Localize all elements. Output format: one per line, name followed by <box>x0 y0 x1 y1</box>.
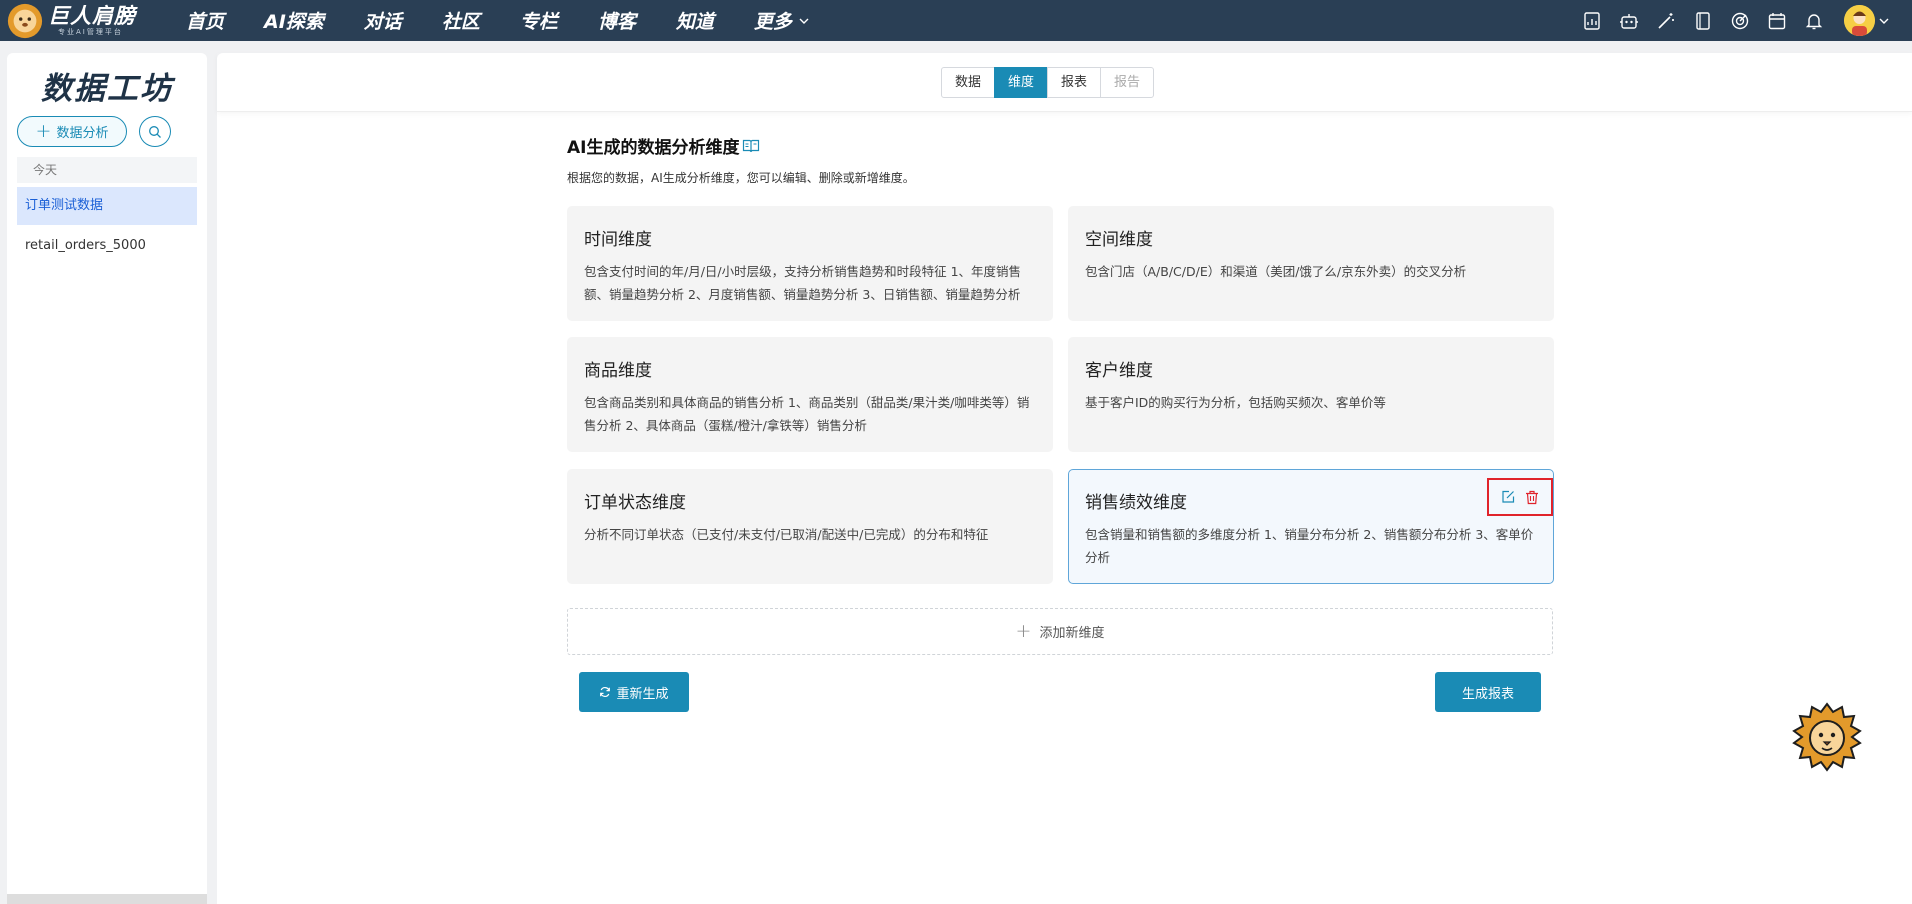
chevron-down-icon <box>799 18 809 24</box>
dimension-card[interactable]: 订单状态维度 分析不同订单状态（已支付/未支付/已取消/配送中/已完成）的分布和… <box>567 469 1053 584</box>
edit-icon[interactable] <box>1499 488 1517 506</box>
dimension-description: 包含门店（A/B/C/D/E）和渠道（美团/饿了么/京东外卖）的交叉分析 <box>1085 264 1467 279</box>
sidebar: 数据工坊 + 数据分析 今天 订单测试数据 retail_orders_5000 <box>7 53 207 904</box>
history-item-retail-orders[interactable]: retail_orders_5000 <box>17 227 197 265</box>
nav-item-zhidao[interactable]: 知道 <box>676 7 714 34</box>
step-tabs: 数据 维度 报表 报告 <box>941 67 1155 98</box>
dimension-description: 包含商品类别和具体商品的销售分析 1、商品类别（甜品类/果汁类/咖啡类等）销售分… <box>584 395 1030 433</box>
history-item-order-test[interactable]: 订单测试数据 <box>17 187 197 225</box>
dimension-actions <box>1487 478 1553 516</box>
dimension-description: 分析不同订单状态（已支付/未支付/已取消/配送中/已完成）的分布和特征 <box>584 527 989 542</box>
plus-icon: + <box>35 120 52 142</box>
notebook-icon[interactable] <box>1691 9 1715 33</box>
calendar-icon[interactable] <box>1765 9 1789 33</box>
lion-assistant-icon[interactable] <box>1792 702 1862 772</box>
brand-tagline: 专业AI管理平台 <box>58 28 123 36</box>
brand-logo[interactable]: 巨人肩膀 专业AI管理平台 <box>6 2 136 40</box>
brand-name: 巨人肩膀 <box>48 4 136 28</box>
new-analysis-button[interactable]: + 数据分析 <box>17 116 127 147</box>
top-navigation-bar: 巨人肩膀 专业AI管理平台 首页 AI探索 对话 社区 专栏 博客 知道 更多 <box>0 0 1912 41</box>
target-icon[interactable] <box>1728 9 1752 33</box>
dimension-description: 包含销量和销售额的多维度分析 1、销量分布分析 2、销售额分布分析 3、客单价分… <box>1085 527 1534 565</box>
tab-report: 报告 <box>1100 67 1155 98</box>
dimension-title: 时间维度 <box>584 230 652 250</box>
report-icon[interactable] <box>1580 9 1604 33</box>
page-title: AI生成的数据分析维度 <box>567 133 760 158</box>
nav-item-column[interactable]: 专栏 <box>520 7 558 34</box>
dimension-card[interactable]: 时间维度 包含支付时间的年/月/日/小时层级，支持分析销售趋势和时段特征 1、年… <box>567 206 1053 321</box>
new-analysis-label: 数据分析 <box>56 126 109 141</box>
generate-report-button[interactable]: 生成报表 <box>1435 672 1541 712</box>
add-dimension-button[interactable]: + 添加新维度 <box>567 608 1553 655</box>
dimension-title: 订单状态维度 <box>584 493 686 513</box>
history-section-today: 今天 <box>17 157 197 183</box>
dimension-card-selected[interactable]: 销售绩效维度 包含销量和销售额的多维度分析 1、销量分布分析 2、销售额分布分析… <box>1068 469 1554 584</box>
step-tab-bar: 数据 维度 报表 报告 <box>217 53 1912 112</box>
main-panel: 数据 维度 报表 报告 AI生成的数据分析维度 根据您的数据，AI生成分析维度，… <box>217 53 1912 904</box>
magic-wand-icon[interactable] <box>1654 9 1678 33</box>
robot-icon[interactable] <box>1617 9 1641 33</box>
dimension-description: 基于客户ID的购买行为分析，包括购买频次、客单价等 <box>1085 395 1386 410</box>
nav-item-more[interactable]: 更多 <box>754 7 810 34</box>
plus-icon: + <box>1015 620 1032 642</box>
dimension-card[interactable]: 商品维度 包含商品类别和具体商品的销售分析 1、商品类别（甜品类/果汁类/咖啡类… <box>567 337 1053 452</box>
search-icon <box>149 125 161 138</box>
nav-item-ai-explore[interactable]: AI探索 <box>264 7 324 34</box>
bell-icon[interactable] <box>1802 9 1826 33</box>
toolbar-icons <box>1567 0 1890 41</box>
dimension-title: 客户维度 <box>1085 361 1153 381</box>
tab-data[interactable]: 数据 <box>941 67 996 98</box>
chevron-down-icon[interactable] <box>1878 15 1890 27</box>
nav-item-community[interactable]: 社区 <box>442 7 480 34</box>
search-button[interactable] <box>139 116 171 147</box>
nav-item-blog[interactable]: 博客 <box>598 7 636 34</box>
nav-more-label: 更多 <box>753 11 792 33</box>
sidebar-title: 数据工坊 <box>41 71 173 107</box>
tab-dimension[interactable]: 维度 <box>994 67 1049 98</box>
lion-logo-icon <box>7 3 43 39</box>
dimension-title: 空间维度 <box>1085 230 1153 250</box>
refresh-icon <box>600 686 611 698</box>
tab-report-table[interactable]: 报表 <box>1047 67 1102 98</box>
nav-item-chat[interactable]: 对话 <box>364 7 402 34</box>
page-description: 根据您的数据，AI生成分析维度，您可以编辑、删除或新增维度。 <box>567 171 915 185</box>
add-dimension-label: 添加新维度 <box>1039 626 1105 641</box>
dimension-title: 商品维度 <box>584 361 652 381</box>
nav-item-home[interactable]: 首页 <box>186 7 224 34</box>
sidebar-scrollbar[interactable] <box>7 894 207 904</box>
dimension-description: 包含支付时间的年/月/日/小时层级，支持分析销售趋势和时段特征 1、年度销售额、… <box>584 264 1022 302</box>
regenerate-button[interactable]: 重新生成 <box>579 672 689 712</box>
main-nav: 首页 AI探索 对话 社区 专栏 博客 知道 更多 <box>186 0 850 41</box>
delete-icon[interactable] <box>1523 488 1541 506</box>
dimension-title: 销售绩效维度 <box>1085 493 1187 513</box>
dimension-card[interactable]: 客户维度 基于客户ID的购买行为分析，包括购买频次、客单价等 <box>1068 337 1554 452</box>
user-avatar[interactable] <box>1844 5 1875 36</box>
book-icon[interactable] <box>742 138 760 154</box>
dimension-card[interactable]: 空间维度 包含门店（A/B/C/D/E）和渠道（美团/饿了么/京东外卖）的交叉分… <box>1068 206 1554 321</box>
page-title-text: AI生成的数据分析维度 <box>567 138 740 158</box>
regenerate-label: 重新生成 <box>616 686 669 702</box>
